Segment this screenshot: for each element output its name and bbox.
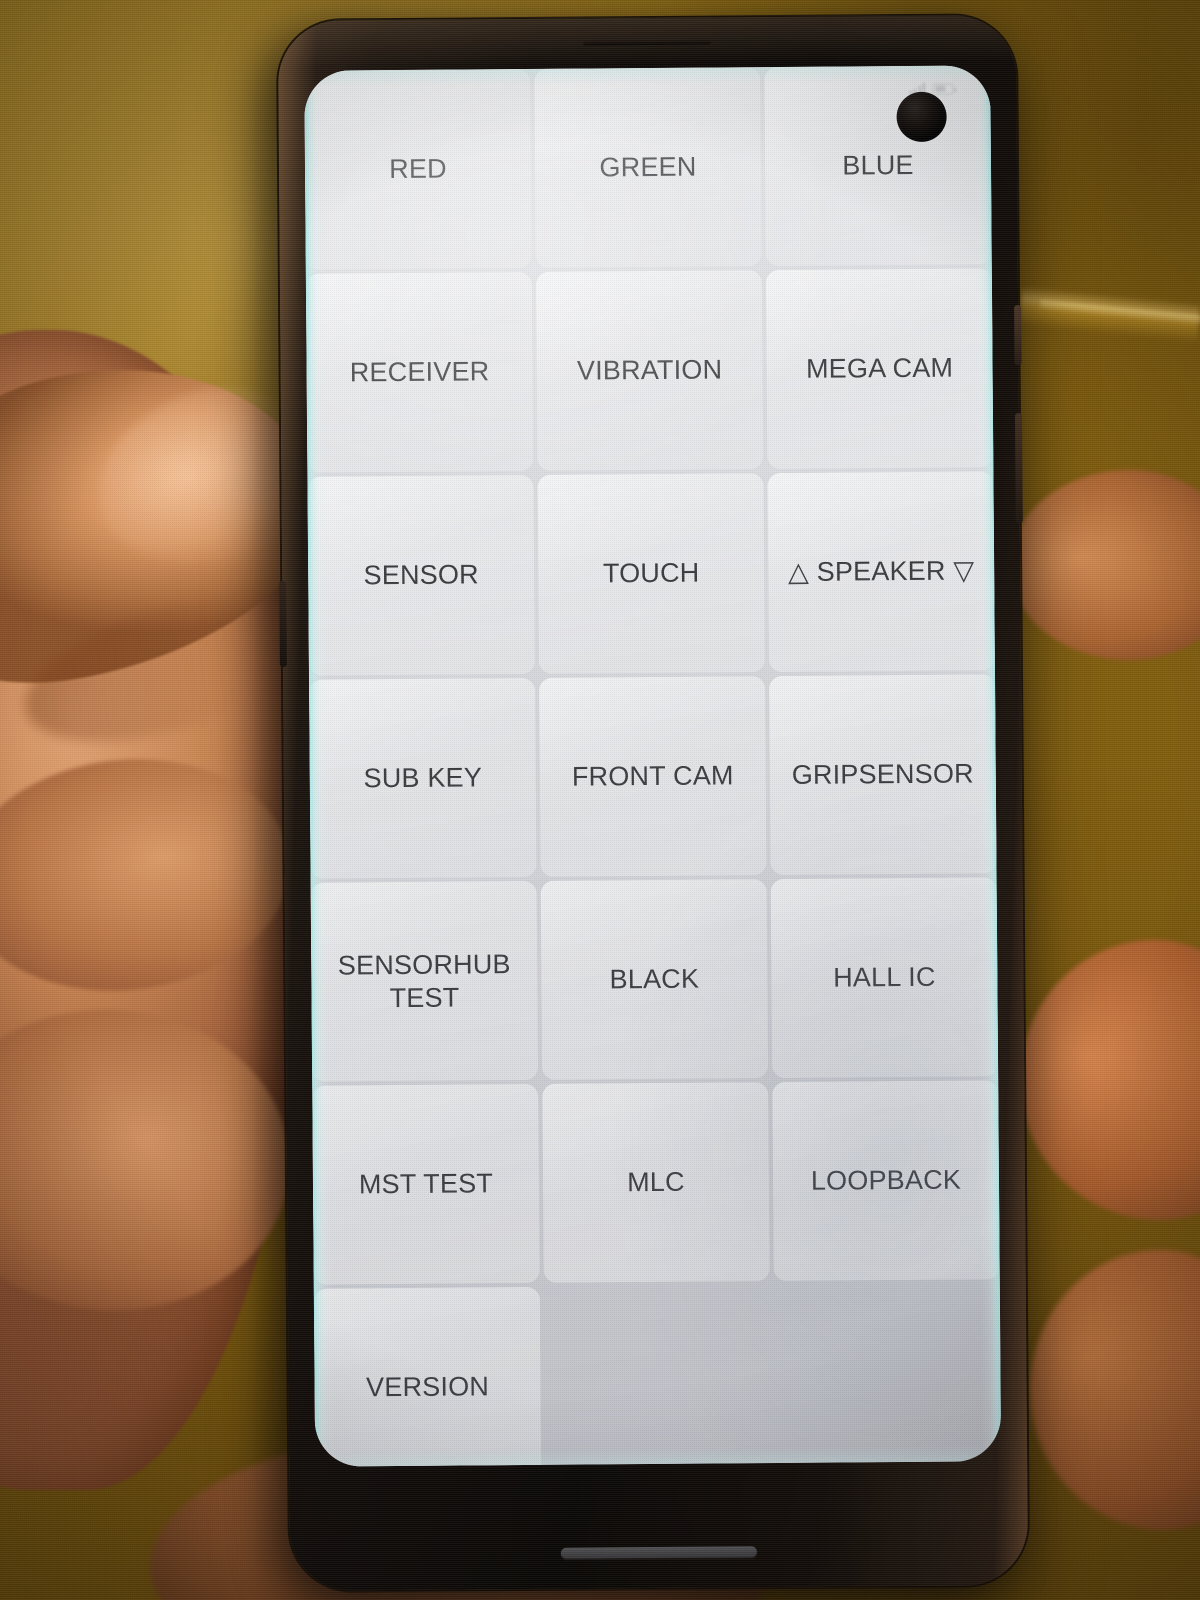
grid-empty-cell-empty-1 (544, 1285, 772, 1467)
phone-screen: RED GREEN BLUE RECEIVER VIBRATION MEGA CAM SEN… (304, 65, 1002, 1467)
volume-rocker[interactable] (279, 580, 287, 667)
gesture-navigation-pill[interactable] (560, 1546, 757, 1559)
smartphone-device: RED GREEN BLUE RECEIVER VIBRATION MEGA CAM SEN… (277, 15, 1029, 1591)
test-button-sub-key[interactable]: SUB KEY (309, 677, 537, 879)
test-button-version[interactable]: VERSION (313, 1286, 542, 1467)
status-bar (304, 65, 990, 116)
power-button[interactable] (1014, 413, 1023, 524)
photo-scene: RED GREEN BLUE RECEIVER VIBRATION MEGA CAM SEN… (0, 0, 1200, 1600)
hardware-diagnostics-grid: RED GREEN BLUE RECEIVER VIBRATION MEGA CAM SEN… (304, 65, 1002, 1467)
test-button-sensor[interactable]: SENSOR (307, 474, 535, 676)
test-button-loopback[interactable]: LOOPBACK (772, 1080, 1000, 1282)
grid-empty-cell-empty-2 (774, 1283, 1001, 1466)
test-button-hall-ic[interactable]: HALL IC (770, 877, 999, 1079)
test-button-vibration[interactable]: VIBRATION (535, 270, 764, 471)
bixby-button[interactable] (1014, 305, 1022, 366)
front-camera-punch-hole-icon (896, 91, 947, 143)
test-button-touch[interactable]: TOUCH (537, 473, 765, 674)
earpiece-speaker-icon (583, 39, 712, 46)
test-button-speaker[interactable]: △ SPEAKER ▽ (767, 471, 995, 673)
test-button-black[interactable]: BLACK (540, 879, 769, 1080)
test-button-mst-test[interactable]: MST TEST (312, 1083, 540, 1285)
test-button-mlc[interactable]: MLC (542, 1082, 770, 1283)
test-button-gripsensor[interactable]: GRIPSENSOR (769, 674, 997, 876)
test-button-front-cam[interactable]: FRONT CAM (539, 676, 767, 877)
test-button-mega-cam[interactable]: MEGA CAM (765, 268, 994, 470)
test-button-sensorhub-test[interactable]: SENSORHUB TEST (310, 880, 539, 1082)
test-button-receiver[interactable]: RECEIVER (305, 271, 534, 473)
battery-icon (932, 83, 954, 95)
